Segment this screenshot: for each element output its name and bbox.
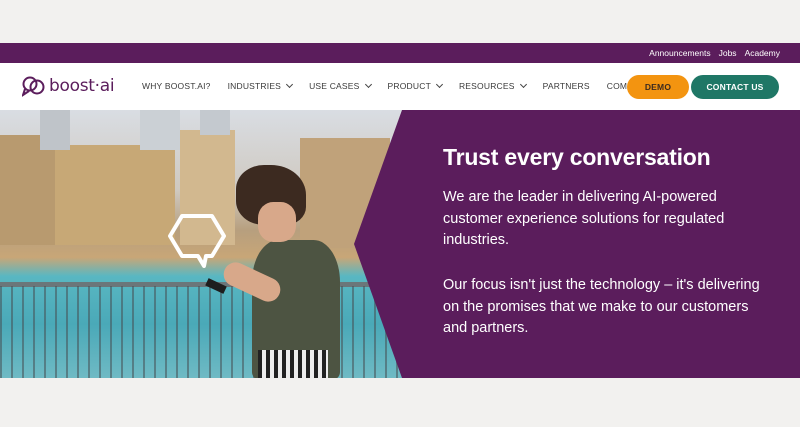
chevron-down-icon [286, 80, 294, 89]
nav-item-partners[interactable]: PARTNERS [543, 81, 590, 91]
logo[interactable]: boost·ai [22, 75, 115, 97]
contact-us-button[interactable]: CONTACT US [691, 75, 779, 99]
hero-section: Trust every conversation We are the lead… [0, 110, 800, 378]
nav-item-resources[interactable]: RESOURCES [458, 80, 527, 91]
nav-item-label: PRODUCT [387, 81, 431, 91]
hero-title: Trust every conversation [443, 144, 711, 170]
jobs-link[interactable]: Jobs [719, 48, 737, 58]
chevron-down-icon [364, 80, 372, 89]
hero-paragraph-2: Our focus isn't just the technology – it… [443, 277, 760, 336]
chevron-down-icon [435, 80, 444, 89]
nav-item-why-boost[interactable]: WHY BOOST.AI? [142, 81, 211, 91]
logo-icon [22, 76, 45, 97]
nav-item-label: WHY BOOST.AI? [142, 81, 211, 91]
logo-text: boost·ai [49, 76, 115, 96]
academy-link[interactable]: Academy [745, 48, 780, 58]
nav-item-industries[interactable]: INDUSTRIES [227, 80, 294, 91]
nav-menu: WHY BOOST.AI? INDUSTRIES USE CASES PRODU… [142, 80, 663, 91]
nav-item-label: RESOURCES [458, 81, 515, 91]
main-nav: boost·ai WHY BOOST.AI? INDUSTRIES USE CA… [0, 63, 800, 110]
nav-item-label: USE CASES [309, 81, 360, 91]
chevron-down-icon [519, 80, 527, 89]
hero-paragraph-1: We are the leader in delivering AI-power… [443, 189, 725, 248]
demo-button[interactable]: DEMO [627, 75, 689, 99]
announcements-link[interactable]: Announcements [649, 48, 710, 58]
nav-item-label: INDUSTRIES [227, 81, 282, 91]
nav-item-label: PARTNERS [542, 81, 590, 91]
nav-item-product[interactable]: PRODUCT [387, 80, 444, 91]
utility-bar: Announcements Jobs Academy [0, 43, 800, 63]
chat-hexagon-icon [168, 214, 226, 268]
nav-item-use-cases[interactable]: USE CASES [309, 80, 372, 91]
page: Announcements Jobs Academy boost·ai WHY … [0, 0, 800, 427]
